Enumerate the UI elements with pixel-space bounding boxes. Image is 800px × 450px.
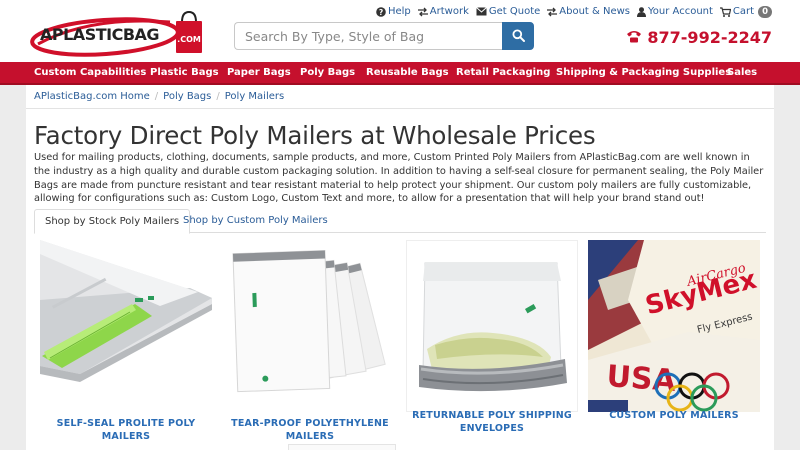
product-image-tear-proof-mailer[interactable] xyxy=(224,240,396,412)
breadcrumb-poly-mailers[interactable]: Poly Mailers xyxy=(225,91,284,102)
page-description: Used for mailing products, clothing, doc… xyxy=(34,152,764,205)
svg-text:APLASTICBAG: APLASTICBAG xyxy=(40,25,159,44)
get-quote-link[interactable]: Get Quote xyxy=(476,5,540,18)
custom-mailer-country: USA xyxy=(605,359,677,399)
nav-item-sales[interactable]: Sales xyxy=(727,62,757,83)
phone-number[interactable]: 877-992-2247 xyxy=(626,28,772,47)
cart-icon xyxy=(719,6,731,17)
search-button[interactable] xyxy=(502,22,534,50)
swap-arrows-icon xyxy=(417,7,428,17)
account-link-label: Your Account xyxy=(648,6,713,17)
help-link-label: Help xyxy=(387,6,411,17)
tab-stock-poly-mailers[interactable]: Shop by Stock Poly Mailers xyxy=(34,209,191,234)
product-name-tear-proof[interactable]: TEAR-PROOF POLYETHYLENE MAILERS xyxy=(220,418,400,443)
swap-arrows-icon xyxy=(547,7,558,17)
search-bar xyxy=(234,22,534,50)
site-header: APLASTICBAG .COM ? Help Artwork Get Quot xyxy=(0,0,800,62)
cart-link[interactable]: Cart 0 xyxy=(719,5,772,18)
product-image-self-seal-mailer[interactable] xyxy=(40,240,212,412)
divider xyxy=(26,108,774,109)
phone-number-label: 877-992-2247 xyxy=(647,28,772,47)
tab-custom-poly-mailers[interactable]: Shop by Custom Poly Mailers xyxy=(173,209,338,234)
main-content: APlasticBag.com Home / Poly Bags / Poly Mail… xyxy=(26,85,774,450)
product-name-returnable[interactable]: RETURNABLE POLY SHIPPING ENVELOPES xyxy=(402,410,582,435)
product-card-partial xyxy=(288,444,396,450)
product-image-custom-mailer[interactable]: SkyMex AirCargo Fly Express USA xyxy=(588,240,760,412)
nav-item-shipping-supplies[interactable]: Shipping & Packaging Supplies xyxy=(556,62,731,83)
about-news-link-label: About & News xyxy=(559,6,631,17)
help-link[interactable]: ? Help xyxy=(376,5,411,18)
product-image-returnable-envelope[interactable] xyxy=(406,240,578,412)
nav-item-retail-packaging[interactable]: Retail Packaging xyxy=(456,62,550,83)
get-quote-link-label: Get Quote xyxy=(488,6,541,17)
cart-link-label: Cart xyxy=(732,6,755,17)
site-logo[interactable]: APLASTICBAG .COM xyxy=(30,6,210,58)
user-icon xyxy=(637,6,647,17)
artwork-link-label: Artwork xyxy=(429,6,469,17)
svg-text:.COM: .COM xyxy=(177,35,201,44)
about-news-link[interactable]: About & News xyxy=(547,5,630,18)
account-link[interactable]: Your Account xyxy=(637,5,713,18)
breadcrumb-poly-bags[interactable]: Poly Bags xyxy=(163,91,211,102)
breadcrumb: APlasticBag.com Home / Poly Bags / Poly Mail… xyxy=(34,91,284,102)
nav-item-paper-bags[interactable]: Paper Bags xyxy=(227,62,291,83)
nav-item-custom-capabilities[interactable]: Custom Capabilities xyxy=(34,62,146,83)
artwork-link[interactable]: Artwork xyxy=(417,5,469,18)
search-input[interactable] xyxy=(234,22,502,50)
search-icon xyxy=(512,27,525,46)
main-nav: Custom Capabilities Plastic Bags Paper B… xyxy=(0,62,800,85)
breadcrumb-separator: / xyxy=(154,91,159,102)
breadcrumb-home[interactable]: APlasticBag.com Home xyxy=(34,91,150,102)
top-links: ? Help Artwork Get Quote About & News Yo… xyxy=(376,5,772,18)
question-circle-icon: ? xyxy=(376,6,386,17)
product-name-custom[interactable]: CUSTOM POLY MAILERS xyxy=(584,410,764,423)
nav-item-reusable-bags[interactable]: Reusable Bags xyxy=(366,62,449,83)
nav-item-poly-bags[interactable]: Poly Bags xyxy=(300,62,355,83)
svg-text:?: ? xyxy=(379,8,383,17)
cart-count-badge: 0 xyxy=(758,5,772,18)
envelope-icon xyxy=(476,7,487,16)
product-name-self-seal-prolite[interactable]: SELF-SEAL PROLITE POLY MAILERS xyxy=(36,418,216,443)
nav-item-plastic-bags[interactable]: Plastic Bags xyxy=(150,62,219,83)
breadcrumb-separator: / xyxy=(216,91,220,102)
page-title: Factory Direct Poly Mailers at Wholesale… xyxy=(34,121,596,150)
product-tabs: Shop by Stock Poly Mailers Shop by Custo… xyxy=(34,209,766,234)
phone-icon xyxy=(626,28,642,47)
